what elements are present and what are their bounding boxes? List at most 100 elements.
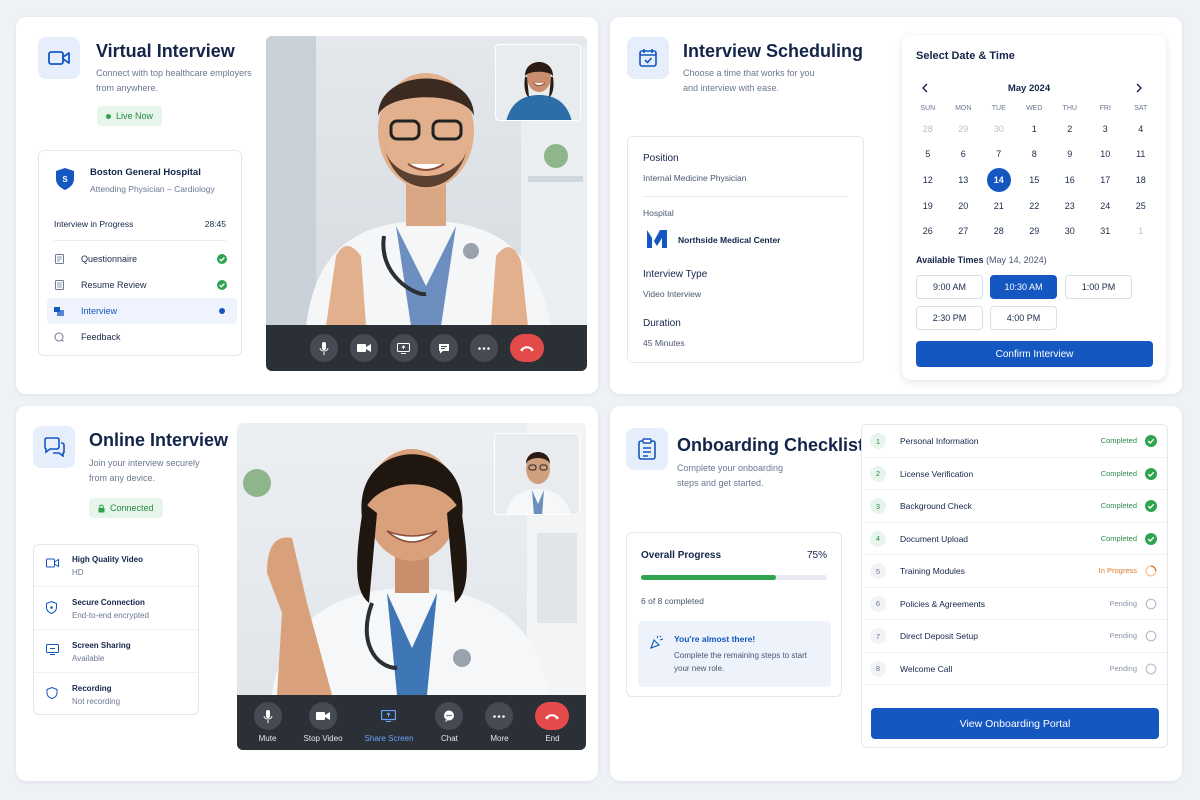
active-dot-icon [219, 308, 225, 314]
step-questionnaire[interactable]: Questionnaire [47, 246, 237, 272]
calendar-day-outside-month: 1 [1138, 226, 1144, 237]
mute-control[interactable]: Mute [253, 702, 282, 743]
calendar-day[interactable]: 16 [1052, 167, 1088, 193]
calendar-day[interactable]: 7 [981, 142, 1017, 168]
camera-icon [356, 344, 371, 352]
calendar-day-selected[interactable]: 14 [981, 167, 1017, 193]
status-marker [1145, 598, 1157, 610]
lock-icon [98, 504, 105, 512]
mute-button[interactable] [253, 702, 282, 730]
share-screen-button[interactable] [374, 702, 403, 730]
screen-share-button[interactable] [389, 334, 418, 362]
checklist-item[interactable]: 7 Direct Deposit Setup Pending [862, 620, 1167, 653]
calendar-day[interactable]: 10 [1088, 142, 1124, 168]
calendar-day[interactable]: 24 [1088, 193, 1124, 219]
time-slot[interactable]: 9:00 AM [916, 275, 983, 299]
pending-circle-icon [1145, 598, 1157, 609]
weekday-header: THU [1062, 104, 1077, 112]
checklist-item[interactable]: 5 Training Modules In Progress [862, 555, 1167, 588]
calendar-day[interactable]: 1 [1017, 116, 1053, 142]
calendar-day[interactable]: 26 [910, 218, 946, 244]
self-view-pip[interactable] [494, 433, 580, 515]
chevron-right-icon[interactable] [1136, 83, 1142, 93]
end-call-button[interactable] [509, 334, 544, 362]
calendar-day[interactable]: 3 [1088, 116, 1124, 142]
calendar-day[interactable]: 11 [1123, 142, 1159, 168]
hospital-name: Boston General Hospital [90, 167, 201, 178]
calendar-day[interactable]: 12 [910, 167, 946, 193]
camera-button[interactable] [349, 334, 378, 362]
divider [54, 240, 226, 241]
calendar-day[interactable]: 15 [1017, 167, 1053, 193]
calendar-day[interactable]: 13 [946, 167, 982, 193]
checklist-item[interactable]: 2 License Verification Completed [862, 458, 1167, 490]
calendar-day[interactable]: 8 [1017, 142, 1053, 168]
feature-recording: Recording Not recording [34, 674, 198, 716]
step-number: 2 [870, 465, 886, 482]
time-slot[interactable]: 1:00 PM [1065, 275, 1132, 299]
calendar-day-number: 14 [986, 167, 1011, 192]
checklist-item[interactable]: 3 Background Check Completed [862, 490, 1167, 523]
view-onboarding-portal-button[interactable]: View Onboarding Portal [871, 708, 1159, 739]
stop-video-control[interactable]: Stop Video [304, 702, 343, 743]
checklist-item[interactable]: 1 Personal Information Completed [862, 425, 1167, 458]
end-control[interactable]: End [535, 702, 570, 743]
feature-screen-sharing: Screen Sharing Available [34, 631, 198, 673]
check-icon [217, 254, 227, 264]
calendar-day[interactable]: 25 [1123, 193, 1159, 219]
virtual-interview-card: Virtual Interview Connect with top healt… [16, 17, 598, 394]
pending-circle-icon [1145, 663, 1157, 674]
calendar-day[interactable]: 5 [910, 142, 946, 168]
calendar-day[interactable]: 20 [946, 193, 982, 219]
video-camera-tile [38, 37, 80, 79]
calendar-grid: SUN MON TUE WED THU FRI SAT 28 29 30 1 2 3 4 5 6 7 8 9 10 11… [910, 100, 1159, 244]
time-slot[interactable]: 4:00 PM [990, 306, 1057, 330]
calendar-day[interactable]: 19 [910, 193, 946, 219]
calendar-day[interactable]: 18 [1123, 167, 1159, 193]
chat-button[interactable] [429, 334, 458, 362]
status-marker [1145, 630, 1157, 642]
more-button[interactable] [469, 334, 498, 362]
hospital-shield-logo: S [56, 168, 74, 190]
status-badge: In Progress [1098, 566, 1137, 575]
calendar-day[interactable]: 28 [981, 218, 1017, 244]
check-icon [1145, 435, 1157, 447]
chat-control[interactable]: Chat [435, 702, 464, 743]
chat-button[interactable] [435, 702, 464, 730]
calendar-day[interactable]: 31 [1088, 218, 1124, 244]
step-feedback[interactable]: Feedback [47, 324, 237, 350]
calendar-day[interactable]: 6 [946, 142, 982, 168]
share-screen-control[interactable]: Share Screen [365, 702, 413, 743]
time-slot[interactable]: 2:30 PM [916, 306, 983, 330]
confirm-interview-button[interactable]: Confirm Interview [916, 341, 1153, 367]
calendar-day-outside-month: 30 [993, 123, 1004, 134]
chat-icon [444, 710, 455, 722]
self-view-pip[interactable] [495, 44, 581, 121]
checklist-item[interactable]: 4 Document Upload Completed [862, 523, 1167, 555]
step-resume-review[interactable]: Resume Review [47, 272, 237, 298]
picker-title: Select Date & Time [916, 50, 1015, 62]
checklist-item[interactable]: 8 Welcome Call Pending [862, 653, 1167, 685]
calendar-day[interactable]: 17 [1088, 167, 1124, 193]
calendar-day[interactable]: 23 [1052, 193, 1088, 219]
microphone-button[interactable] [309, 334, 338, 362]
checklist-item[interactable]: 6 Policies & Agreements Pending [862, 588, 1167, 620]
calendar-day[interactable]: 29 [1017, 218, 1053, 244]
calendar-day[interactable]: 21 [981, 193, 1017, 219]
more-control[interactable]: More [485, 702, 514, 743]
step-interview[interactable]: Interview [47, 298, 237, 324]
progress-percent: 75% [806, 550, 827, 561]
calendar-day[interactable]: 9 [1052, 142, 1088, 168]
chat-bubbles-icon [44, 437, 65, 457]
calendar-day[interactable]: 30 [1052, 218, 1088, 244]
calendar-day[interactable]: 4 [1123, 116, 1159, 142]
end-call-button[interactable] [535, 702, 570, 730]
time-slot-selected[interactable]: 10:30 AM [990, 275, 1057, 299]
calendar-day[interactable]: 22 [1017, 193, 1053, 219]
interview-icon [54, 306, 64, 316]
calendar-day[interactable]: 2 [1052, 116, 1088, 142]
calendar-day[interactable]: 27 [946, 218, 982, 244]
hospital-label: Hospital [643, 208, 674, 218]
more-button[interactable] [485, 702, 514, 730]
stop-video-button[interactable] [309, 702, 338, 730]
